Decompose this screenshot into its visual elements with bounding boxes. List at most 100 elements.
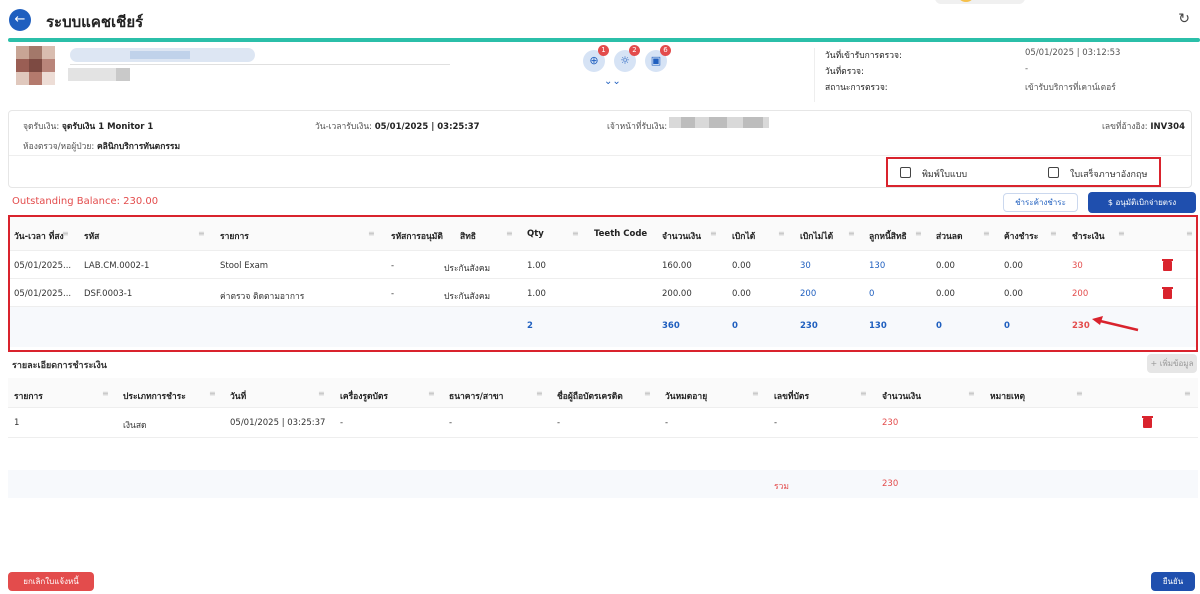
cell-code: LAB.CM.0002-1 — [84, 261, 150, 271]
col-code[interactable]: รหัส — [84, 229, 99, 243]
col-debtor[interactable]: ลูกหนี้สิทธิ — [869, 229, 907, 243]
cell-expiry: - — [665, 418, 669, 428]
col-remark[interactable]: หมายเหตุ — [990, 389, 1025, 403]
column-menu-icon[interactable]: ≡ — [572, 229, 579, 238]
cell-datetime: 05/01/2025... — [14, 261, 72, 271]
allergy-icon[interactable]: ⊕ 1 — [583, 45, 609, 72]
approve-direct-billing-button[interactable]: $ อนุมัติเบิกจ่ายตรง — [1088, 192, 1196, 213]
column-menu-icon[interactable]: ≡ — [1186, 229, 1193, 238]
column-menu-icon[interactable]: ≡ — [1118, 229, 1125, 238]
visit-info: วันที่เข้ารับการตรวจ: 05/01/2025 | 03:12:… — [814, 48, 1200, 102]
col-bank[interactable]: ธนาคาร/สาขา — [449, 389, 503, 403]
col-teeth-code[interactable]: Teeth Code — [594, 229, 647, 239]
column-menu-icon[interactable]: ≡ — [983, 229, 990, 238]
col-payment-type[interactable]: ประเภทการชำระ — [123, 389, 186, 403]
cell-amount: 160.00 — [662, 261, 692, 271]
col-non-claimable[interactable]: เบิกไม่ได้ — [800, 229, 833, 243]
col-right[interactable]: สิทธิ — [460, 229, 476, 243]
refresh-icon[interactable]: ↻ — [1178, 11, 1190, 27]
col-card-number[interactable]: เลขที่บัตร — [774, 389, 809, 403]
col-amount[interactable]: จำนวนเงิน — [662, 229, 701, 243]
note-icon[interactable]: ▣ 6 — [645, 45, 671, 72]
total-amount: 360 — [662, 321, 680, 331]
col-card-holder[interactable]: ชื่อผู้ถือบัตรเครดิต — [557, 389, 623, 403]
cell-claimable: 0.00 — [732, 289, 751, 299]
col-item[interactable]: รายการ — [14, 389, 43, 403]
trash-icon[interactable] — [1162, 259, 1173, 271]
back-arrow-icon[interactable]: ← — [9, 9, 31, 31]
column-menu-icon[interactable]: ≡ — [752, 389, 759, 398]
column-menu-icon[interactable]: ≡ — [710, 229, 717, 238]
table-row[interactable]: 05/01/2025... DSF.0003-1 ค่าตรวจ ติดตามอ… — [10, 279, 1196, 307]
cell-approval: - — [391, 289, 395, 299]
column-menu-icon[interactable]: ≡ — [860, 389, 867, 398]
cell-qty: 1.00 — [527, 261, 546, 271]
english-receipt-checkbox[interactable] — [1048, 167, 1059, 178]
cell-bank: - — [449, 418, 453, 428]
cell-card-number: - — [774, 418, 778, 428]
add-data-button[interactable]: + เพิ่มข้อมูล — [1147, 354, 1197, 373]
confirm-button[interactable]: ยืนยัน — [1151, 572, 1195, 591]
table-row[interactable]: 05/01/2025... LAB.CM.0002-1 Stool Exam -… — [10, 251, 1196, 279]
col-date[interactable]: วันที่ — [230, 389, 246, 403]
top-bar: ← ระบบแคชเชียร์ ↻ — [0, 0, 1200, 40]
exam-room: ห้องตรวจ/หอผู้ป่วย: คลินิกบริการทันตกรรม — [23, 142, 181, 152]
cancel-invoice-button[interactable]: ยกเลิกใบแจ้งหนี้ — [8, 572, 94, 591]
staff-name-redacted — [669, 117, 769, 128]
exam-status-value: เข้ารับบริการที่เคาน์เตอร์ — [1025, 83, 1116, 93]
column-menu-icon[interactable]: ≡ — [536, 389, 543, 398]
cell-amount: 200.00 — [662, 289, 692, 299]
column-menu-icon[interactable]: ≡ — [1050, 229, 1057, 238]
sun-icon[interactable]: ☼ 2 — [614, 45, 640, 72]
col-qty[interactable]: Qty — [527, 229, 544, 239]
payment-details-table: รายการ ≡ ประเภทการชำระ ≡ วันที่ ≡ เครื่อ… — [8, 378, 1198, 498]
column-menu-icon[interactable]: ≡ — [198, 229, 205, 238]
divider — [70, 64, 450, 65]
col-claimable[interactable]: เบิกได้ — [732, 229, 755, 243]
column-menu-icon[interactable]: ≡ — [428, 389, 435, 398]
avatar-dot — [957, 0, 975, 2]
col-payment[interactable]: ชำระเงิน — [1072, 229, 1105, 243]
badge: 2 — [629, 45, 640, 56]
trash-icon[interactable] — [1142, 416, 1153, 428]
column-menu-icon[interactable]: ≡ — [968, 389, 975, 398]
col-amount[interactable]: จำนวนเงิน — [882, 389, 921, 403]
total-qty: 2 — [527, 321, 533, 331]
column-menu-icon[interactable]: ≡ — [1184, 389, 1191, 398]
col-datetime[interactable]: วัน-เวลา ที่สง — [14, 229, 64, 243]
col-item[interactable]: รายการ — [220, 229, 249, 243]
col-discount[interactable]: ส่วนลด — [936, 229, 963, 243]
print-form-label: พิมพ์ใบแบบ — [922, 170, 968, 180]
column-menu-icon[interactable]: ≡ — [368, 229, 375, 238]
column-menu-icon[interactable]: ≡ — [318, 389, 325, 398]
column-menu-icon[interactable]: ≡ — [102, 389, 109, 398]
column-menu-icon[interactable]: ≡ — [62, 229, 69, 238]
col-expiry[interactable]: วันหมดอายุ — [665, 389, 707, 403]
col-card-machine[interactable]: เครื่องรูดบัตร — [340, 389, 388, 403]
total-claimable: 0 — [732, 321, 738, 331]
payment-point: จุดรับเงิน: จุดรับเงิน 1 Monitor 1 — [23, 122, 154, 132]
column-menu-icon[interactable]: ≡ — [848, 229, 855, 238]
col-approval-code[interactable]: รหัสการอนุมัติ — [391, 229, 443, 243]
col-outstanding[interactable]: ค้างชำระ — [1004, 229, 1038, 243]
cell-datetime: 05/01/2025... — [14, 289, 72, 299]
column-menu-icon[interactable]: ≡ — [209, 389, 216, 398]
column-menu-icon[interactable]: ≡ — [644, 389, 651, 398]
cell-item: 1 — [14, 418, 20, 428]
column-menu-icon[interactable]: ≡ — [1076, 389, 1083, 398]
print-form-checkbox[interactable] — [900, 167, 911, 178]
outstanding-balance: Outstanding Balance: 230.00 — [12, 196, 159, 207]
column-menu-icon[interactable]: ≡ — [506, 229, 513, 238]
cell-discount: 0.00 — [936, 289, 955, 299]
total-label: รวม — [774, 482, 789, 492]
table-row[interactable]: 1 เงินสด 05/01/2025 | 03:25:37 - - - - -… — [8, 408, 1198, 438]
total-outstanding: 0 — [1004, 321, 1010, 331]
cell-code: DSF.0003-1 — [84, 289, 133, 299]
patient-card: ⊕ 1 ☼ 2 ▣ 6 ⌄⌄ วันที่เข้ารับการตรวจ: 05/01/2… — [8, 42, 1200, 102]
english-receipt-label: ใบเสร็จภาษาอังกฤษ — [1070, 170, 1148, 180]
pay-outstanding-button[interactable]: ชำระค้างชำระ — [1003, 193, 1078, 212]
column-menu-icon[interactable]: ≡ — [915, 229, 922, 238]
trash-icon[interactable] — [1162, 287, 1173, 299]
column-menu-icon[interactable]: ≡ — [778, 229, 785, 238]
chevron-down-icon[interactable]: ⌄⌄ — [604, 76, 621, 87]
